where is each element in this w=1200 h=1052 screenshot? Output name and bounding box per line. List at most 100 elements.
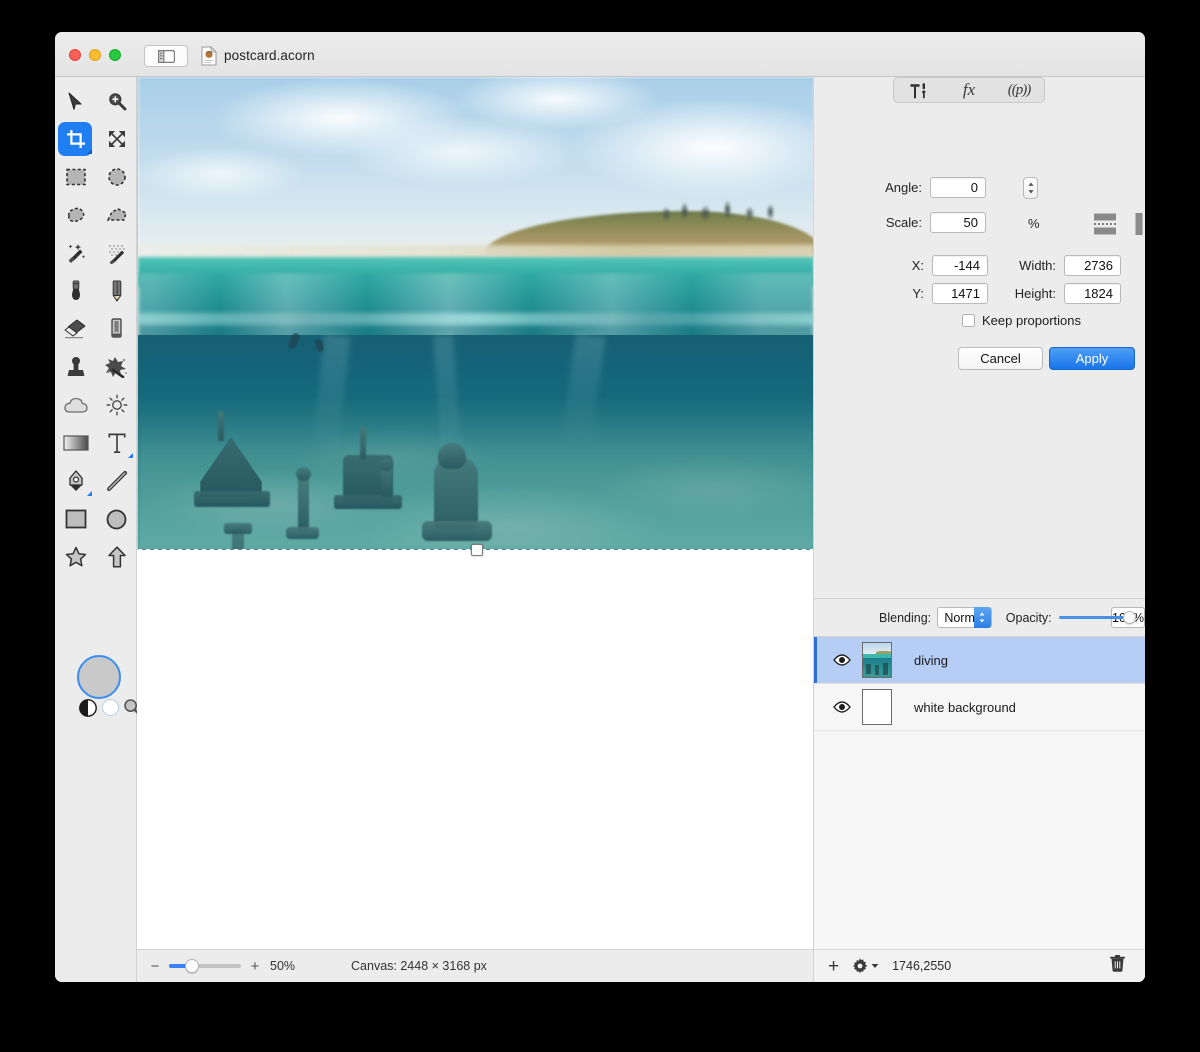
- pillar-cap: [224, 523, 252, 534]
- text-t-icon: [108, 433, 125, 453]
- marquee-ellipse-icon: [107, 168, 126, 186]
- zoom-in-button[interactable]: +: [249, 958, 261, 975]
- foreground-color-swatch[interactable]: [77, 655, 121, 699]
- layer-row-diving[interactable]: diving: [814, 637, 1145, 684]
- background-color-swatch[interactable]: [102, 699, 119, 716]
- layers-header: Blending: Normal Opacity: 100%: [814, 599, 1145, 637]
- gear-icon: [852, 958, 868, 974]
- cursor-coordinates: 1746,2550: [892, 959, 952, 973]
- x-input[interactable]: -144: [932, 255, 988, 276]
- flip-horizontal-icon: [1094, 213, 1116, 235]
- blending-mode-select[interactable]: Normal: [937, 607, 992, 628]
- flip-vertical-icon: [1135, 213, 1143, 235]
- crop-tool[interactable]: [55, 120, 96, 158]
- transform-tool[interactable]: [96, 120, 137, 158]
- cancel-button[interactable]: Cancel: [958, 347, 1043, 370]
- lasso-icon: [67, 207, 84, 222]
- width-label: Width:: [1019, 258, 1056, 273]
- apply-button[interactable]: Apply: [1049, 347, 1135, 370]
- ellipse-select-tool[interactable]: [96, 158, 137, 196]
- zoom-out-button[interactable]: −: [149, 958, 161, 975]
- blending-label: Blending:: [879, 610, 932, 625]
- scale-percent-sign: %: [1028, 216, 1040, 231]
- title-bar: postcard.acorn: [55, 32, 1145, 77]
- eraser-tool[interactable]: [55, 310, 96, 348]
- marker-tool[interactable]: [96, 310, 137, 348]
- y-label: Y:: [912, 286, 924, 301]
- close-button[interactable]: [69, 49, 81, 61]
- canvas-area[interactable]: [137, 77, 814, 949]
- maximize-button[interactable]: [109, 49, 121, 61]
- plus-icon[interactable]: +: [828, 957, 839, 976]
- gradient-tool[interactable]: [55, 424, 96, 462]
- crop-handle-bottom-center[interactable]: [471, 544, 483, 556]
- layer-row-white-background[interactable]: white background: [814, 684, 1145, 731]
- bezier-pen-tool[interactable]: [55, 462, 96, 500]
- pencil-tool[interactable]: [96, 272, 137, 310]
- flip-vertical-button[interactable]: [1134, 212, 1145, 241]
- smudge-splatter-icon: [104, 357, 127, 378]
- angle-stepper[interactable]: [1023, 177, 1038, 199]
- opacity-slider[interactable]: [1058, 611, 1136, 624]
- layer-visibility-icon[interactable]: [833, 651, 851, 669]
- move-tool[interactable]: [55, 82, 96, 120]
- smudge-tool[interactable]: [96, 348, 137, 386]
- scale-input[interactable]: 50: [930, 212, 986, 233]
- layer-name: white background: [914, 699, 1016, 715]
- line-icon: [106, 471, 127, 491]
- tool-palette: [55, 77, 142, 982]
- arrow-shape-tool[interactable]: [96, 538, 137, 576]
- ellipse-shape-tool[interactable]: [96, 500, 137, 538]
- flip-horizontal-button[interactable]: [1092, 212, 1118, 241]
- status-bar: − + 50% Canvas: 2448 × 3168 px: [137, 949, 814, 982]
- polygon-lasso-tool[interactable]: [96, 196, 137, 234]
- stepper-arrows-icon: [1027, 182, 1034, 194]
- artboard: [137, 77, 813, 949]
- layer-thumbnail: [862, 642, 892, 678]
- y-input[interactable]: 1471: [932, 283, 988, 304]
- arrow-up-icon: [107, 546, 126, 568]
- paint-brush-tool[interactable]: [55, 272, 96, 310]
- magic-wand-tool[interactable]: [55, 234, 96, 272]
- text-tool[interactable]: [96, 424, 137, 462]
- dodge-tool[interactable]: [96, 386, 137, 424]
- height-input[interactable]: 1824: [1064, 283, 1121, 304]
- cloud-icon: [63, 397, 88, 413]
- arrow-cursor-icon: [68, 92, 82, 110]
- layer-visibility-icon[interactable]: [833, 698, 851, 716]
- stupa-base: [194, 491, 270, 507]
- large-buddha-head: [438, 443, 466, 469]
- gear-menu-button[interactable]: [852, 958, 879, 974]
- tools-tab[interactable]: [894, 78, 944, 102]
- presets-tab[interactable]: ((p)): [994, 78, 1044, 102]
- four-arrows-icon: [108, 131, 125, 147]
- fx-icon: fx: [962, 80, 976, 99]
- angle-input[interactable]: 0: [930, 177, 986, 198]
- instant-alpha-tool[interactable]: [96, 234, 137, 272]
- filters-tab[interactable]: fx: [944, 78, 994, 102]
- rectangle-select-tool[interactable]: [55, 158, 96, 196]
- black-white-swatch-icon[interactable]: [79, 699, 97, 717]
- sidebar-toggle-button[interactable]: [144, 45, 188, 67]
- trash-icon[interactable]: [1110, 955, 1125, 977]
- crop-icon: [66, 130, 85, 148]
- hammer-tools-icon: [910, 82, 926, 98]
- star-icon: [65, 546, 86, 567]
- application-window: postcard.acorn − + 50% Canvas: 2448 × 31…: [55, 32, 1145, 982]
- keep-proportions-row[interactable]: Keep proportions: [962, 313, 1081, 328]
- clone-stamp-tool[interactable]: [55, 348, 96, 386]
- rectangle-shape-tool[interactable]: [55, 500, 96, 538]
- zoom-slider[interactable]: [169, 959, 241, 973]
- small-statue-head: [379, 459, 393, 471]
- keep-proportions-label: Keep proportions: [982, 313, 1082, 328]
- keep-proportions-checkbox[interactable]: [962, 314, 975, 327]
- width-input[interactable]: 2736: [1064, 255, 1121, 276]
- marquee-rect-icon: [65, 168, 86, 186]
- minimize-button[interactable]: [89, 49, 101, 61]
- star-shape-tool[interactable]: [55, 538, 96, 576]
- line-tool[interactable]: [96, 462, 137, 500]
- image-layer-diving[interactable]: [137, 77, 813, 550]
- blur-tool[interactable]: [55, 386, 96, 424]
- zoom-tool[interactable]: [96, 82, 137, 120]
- lasso-tool[interactable]: [55, 196, 96, 234]
